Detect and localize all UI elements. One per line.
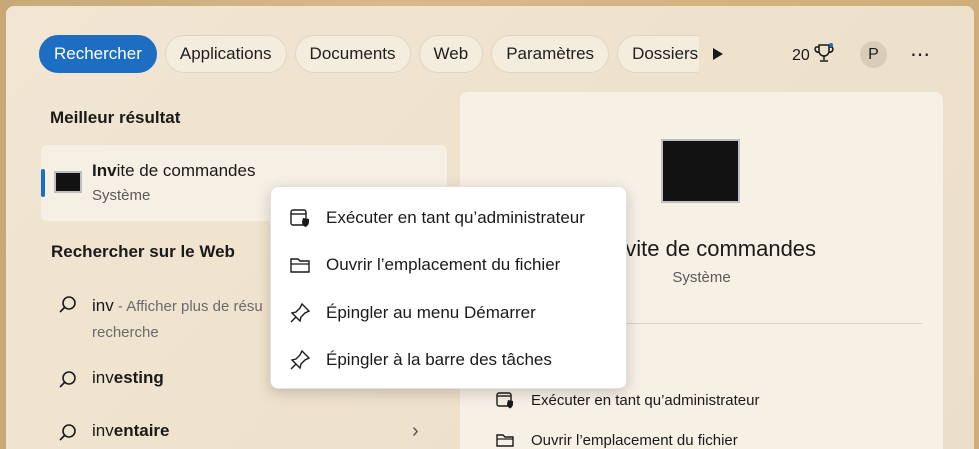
filter-documents[interactable]: Documents: [294, 35, 411, 73]
search-icon: [58, 423, 78, 443]
web-result-item[interactable]: inv - Afficher plus de résu recherche: [58, 293, 272, 345]
best-match-heading: Meilleur résultat: [50, 108, 181, 127]
chevron-right-icon[interactable]: ›: [412, 420, 419, 443]
filter-web[interactable]: Web: [418, 35, 484, 73]
web-result-label: inventaire: [92, 421, 170, 440]
web-result-item[interactable]: inventaire: [58, 421, 169, 443]
selection-indicator: [41, 169, 45, 197]
preview-action-run-as-admin[interactable]: Exécuter en tant qu’administrateur: [495, 390, 759, 410]
web-result-label: investing: [92, 368, 164, 387]
trophy-icon: [814, 42, 834, 69]
rewards-score: 20: [792, 46, 810, 64]
rewards-counter[interactable]: 20: [792, 42, 834, 69]
preview-action-open-location[interactable]: Ouvrir l’emplacement du fichier: [495, 430, 738, 449]
filter-applications[interactable]: Applications: [164, 35, 287, 73]
folder-icon: [289, 254, 311, 276]
context-menu: Exécuter en tant qu’administrateur Ouvri…: [270, 186, 627, 389]
filter-settings[interactable]: Paramètres: [491, 35, 610, 73]
menu-item-open-location[interactable]: Ouvrir l’emplacement du fichier: [289, 254, 560, 276]
filter-bar: Rechercher Applications Documents Web Pa…: [39, 35, 699, 75]
menu-item-run-as-admin[interactable]: Exécuter en tant qu’administrateur: [289, 207, 585, 229]
folder-icon: [495, 430, 515, 449]
admin-shield-icon: [289, 207, 311, 229]
more-options-icon[interactable]: ⋯: [910, 42, 931, 67]
avatar[interactable]: P: [860, 41, 887, 68]
search-icon: [58, 295, 78, 315]
web-search-heading: Rechercher sur le Web: [51, 242, 235, 261]
best-match-title: Invite de commandes: [92, 161, 256, 180]
filter-folders[interactable]: Dossiers: [617, 35, 699, 73]
admin-shield-icon: [495, 390, 515, 410]
best-match-subtitle: Système: [92, 187, 151, 204]
pin-icon: [289, 302, 311, 324]
more-filters-icon[interactable]: [708, 44, 728, 64]
command-prompt-icon: [661, 139, 740, 203]
command-prompt-icon: [54, 171, 82, 193]
pin-icon: [289, 349, 311, 371]
web-result-item[interactable]: investing: [58, 368, 164, 390]
menu-item-pin-taskbar[interactable]: Épingler à la barre des tâches: [289, 349, 552, 371]
menu-item-pin-start[interactable]: Épingler au menu Démarrer: [289, 302, 536, 324]
search-icon: [58, 370, 78, 390]
filter-search[interactable]: Rechercher: [39, 35, 157, 73]
